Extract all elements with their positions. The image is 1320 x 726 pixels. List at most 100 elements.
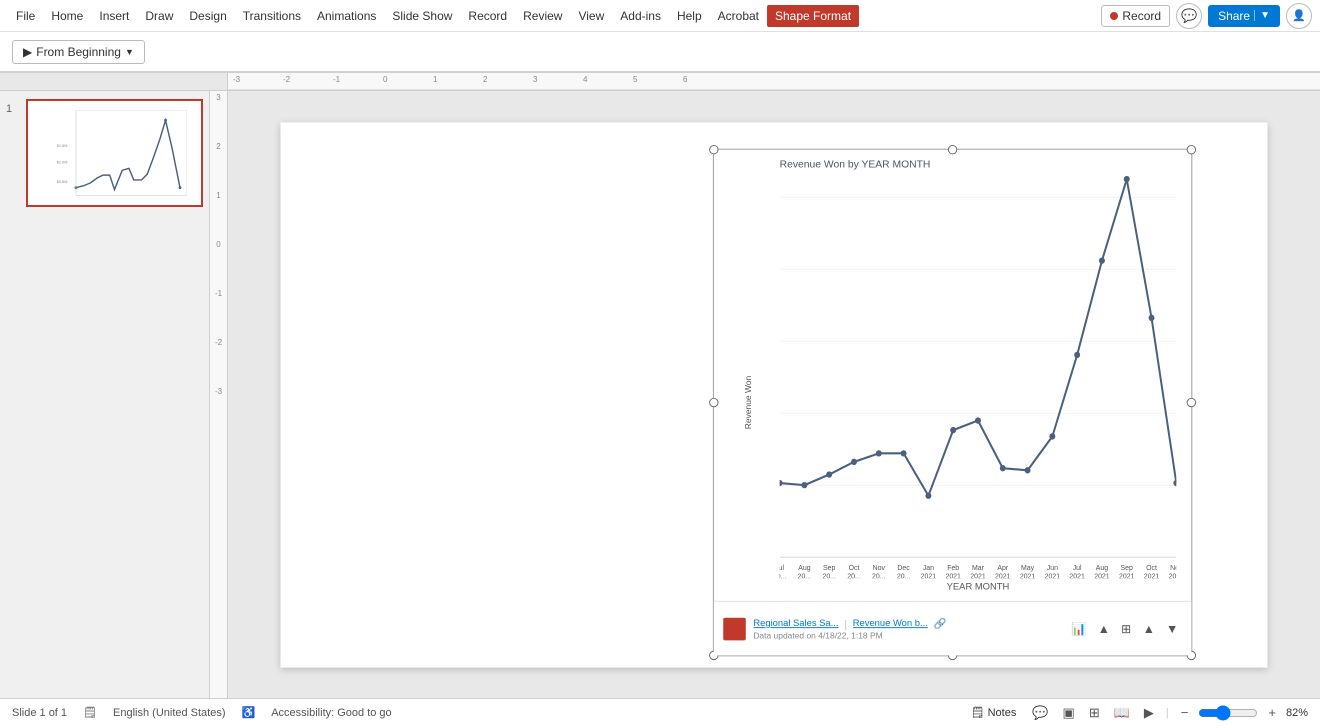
svg-text:$1.0M: $1.0M xyxy=(57,161,68,165)
svg-text:Apr: Apr xyxy=(997,564,1008,572)
x-axis-label: YEAR MONTH xyxy=(780,582,1177,592)
notes-icon: 🗒 xyxy=(83,706,97,719)
comments-button[interactable]: 💬 xyxy=(1028,703,1052,723)
menu-acrobat[interactable]: Acrobat xyxy=(710,5,767,27)
status-bar: Slide 1 of 1 🗒 English (United States) ♿… xyxy=(0,698,1320,726)
svg-text:20...: 20... xyxy=(872,572,886,578)
chart-title: Revenue Won by YEAR MONTH xyxy=(780,159,1177,170)
zoom-separator: | xyxy=(1166,707,1169,719)
menu-record[interactable]: Record xyxy=(460,5,515,27)
vertical-ruler: 3 2 1 0 -1 -2 -3 xyxy=(210,91,228,699)
main-area: 1 $0.5M xyxy=(0,91,1320,699)
menu-slideshow[interactable]: Slide Show xyxy=(384,5,460,27)
zoom-level: 82% xyxy=(1286,707,1308,719)
svg-text:2021: 2021 xyxy=(995,572,1010,578)
svg-text:2021: 2021 xyxy=(1094,572,1109,578)
reading-view-button[interactable]: 📖 xyxy=(1110,703,1134,723)
menu-draw[interactable]: Draw xyxy=(137,5,181,27)
svg-text:Dec: Dec xyxy=(897,564,910,572)
source-icon xyxy=(723,617,746,640)
svg-text:Feb: Feb xyxy=(947,564,959,572)
svg-text:Aug: Aug xyxy=(1096,564,1108,572)
svg-text:Mar: Mar xyxy=(972,564,985,572)
menu-review[interactable]: Review xyxy=(515,5,570,27)
status-right: 🗒 Notes 💬 ▣ ⊞ 📖 ▶ | − + 82% xyxy=(965,703,1308,723)
chart-type-button[interactable]: 📊 xyxy=(1068,619,1091,638)
toolbar: ▶ From Beginning ▼ xyxy=(0,32,1320,72)
slide-thumbnail[interactable]: $0.5M $1.0M $1.5M xyxy=(26,99,203,207)
record-button[interactable]: Record xyxy=(1101,5,1170,27)
from-beginning-button[interactable]: ▶ From Beginning ▼ xyxy=(12,40,145,64)
play-icon: ▶ xyxy=(23,45,32,59)
ruler-corner xyxy=(0,73,228,90)
chart-expand-right[interactable]: ▲ xyxy=(1139,620,1159,638)
chart-container[interactable]: Revenue Won by YEAR MONTH Revenue Won xyxy=(713,149,1192,657)
chart-expand-up[interactable]: ▲ xyxy=(1094,620,1114,638)
horizontal-ruler: -3 -2 -1 0 1 2 3 4 5 6 xyxy=(228,73,1320,90)
notes-label: Notes xyxy=(988,707,1017,719)
zoom-slider[interactable] xyxy=(1198,705,1258,721)
svg-text:Oct: Oct xyxy=(1146,564,1157,572)
menu-bar: File Home Insert Draw Design Transitions… xyxy=(0,0,1320,32)
menu-help[interactable]: Help xyxy=(669,5,710,27)
slideshow-button[interactable]: ▶ xyxy=(1140,703,1158,723)
record-btn-area: Record 💬 Share ▼ 👤 xyxy=(1101,3,1312,29)
normal-view-button[interactable]: ▣ xyxy=(1059,703,1079,723)
svg-text:Jul: Jul xyxy=(1073,564,1082,572)
slide-canvas: Revenue Won by YEAR MONTH Revenue Won xyxy=(281,122,1268,667)
from-beginning-label: From Beginning xyxy=(36,45,121,59)
language: English (United States) xyxy=(113,707,226,719)
menu-insert[interactable]: Insert xyxy=(91,5,137,27)
share-label: Share xyxy=(1218,9,1250,23)
slide-sorter-button[interactable]: ⊞ xyxy=(1085,703,1104,723)
accessibility-icon: ♿ xyxy=(242,706,256,719)
svg-text:20...: 20... xyxy=(798,572,812,578)
notes-button[interactable]: 🗒 Notes xyxy=(965,704,1023,721)
menu-transitions[interactable]: Transitions xyxy=(235,5,309,27)
menu-view[interactable]: View xyxy=(570,5,612,27)
canvas-area[interactable]: Revenue Won by YEAR MONTH Revenue Won xyxy=(228,91,1320,699)
chat-button[interactable]: 💬 xyxy=(1176,3,1202,29)
share-button[interactable]: Share ▼ xyxy=(1208,5,1280,27)
menu-design[interactable]: Design xyxy=(181,5,234,27)
svg-text:$0.5M: $0.5M xyxy=(57,180,68,184)
svg-text:2021: 2021 xyxy=(945,572,960,578)
slide-number: 1 xyxy=(6,99,20,115)
menu-addins[interactable]: Add-ins xyxy=(612,5,669,27)
svg-text:Jan: Jan xyxy=(923,564,934,572)
record-dot xyxy=(1110,12,1118,20)
chart-table-button[interactable]: ⊞ xyxy=(1117,619,1135,638)
chart-footer: Regional Sales Sa... | Revenue Won b... … xyxy=(714,601,1192,656)
svg-text:Sep: Sep xyxy=(823,564,835,572)
svg-text:20...: 20... xyxy=(822,572,836,578)
svg-text:20...: 20... xyxy=(897,572,911,578)
svg-text:2021: 2021 xyxy=(1119,572,1134,578)
user-avatar[interactable]: 👤 xyxy=(1286,3,1312,29)
svg-text:Nov: Nov xyxy=(1170,564,1176,572)
slide-panel: 1 $0.5M xyxy=(0,91,210,699)
metric-label[interactable]: Revenue Won b... xyxy=(853,619,928,629)
menu-shapeformat[interactable]: Shape Format xyxy=(767,5,859,27)
svg-text:2021: 2021 xyxy=(970,572,985,578)
dropdown-caret-icon: ▼ xyxy=(125,47,134,57)
svg-text:$1.5M: $1.5M xyxy=(57,144,68,148)
menu-file[interactable]: File xyxy=(8,5,43,27)
accessibility-text: Accessibility: Good to go xyxy=(271,707,391,719)
zoom-out-button[interactable]: − xyxy=(1177,703,1193,722)
link-icon: 🔗 xyxy=(933,618,946,630)
chart-more-button[interactable]: ▼ xyxy=(1162,620,1182,638)
svg-text:Sep: Sep xyxy=(1121,564,1133,572)
chart-actions: 📊 ▲ ⊞ ▲ ▼ xyxy=(1068,619,1182,638)
svg-text:2021: 2021 xyxy=(921,572,936,578)
chart-footer-text: Regional Sales Sa... | Revenue Won b... … xyxy=(753,617,1060,640)
record-button-label: Record xyxy=(1122,9,1161,23)
zoom-in-button[interactable]: + xyxy=(1264,703,1280,722)
svg-text:20...: 20... xyxy=(847,572,861,578)
svg-text:2021: 2021 xyxy=(1045,572,1060,578)
source-label[interactable]: Regional Sales Sa... xyxy=(753,619,838,629)
menu-animations[interactable]: Animations xyxy=(309,5,384,27)
svg-text:Jul: Jul xyxy=(780,564,785,572)
menu-home[interactable]: Home xyxy=(43,5,91,27)
slide-info: Slide 1 of 1 xyxy=(12,707,67,719)
svg-text:2021: 2021 xyxy=(1144,572,1159,578)
